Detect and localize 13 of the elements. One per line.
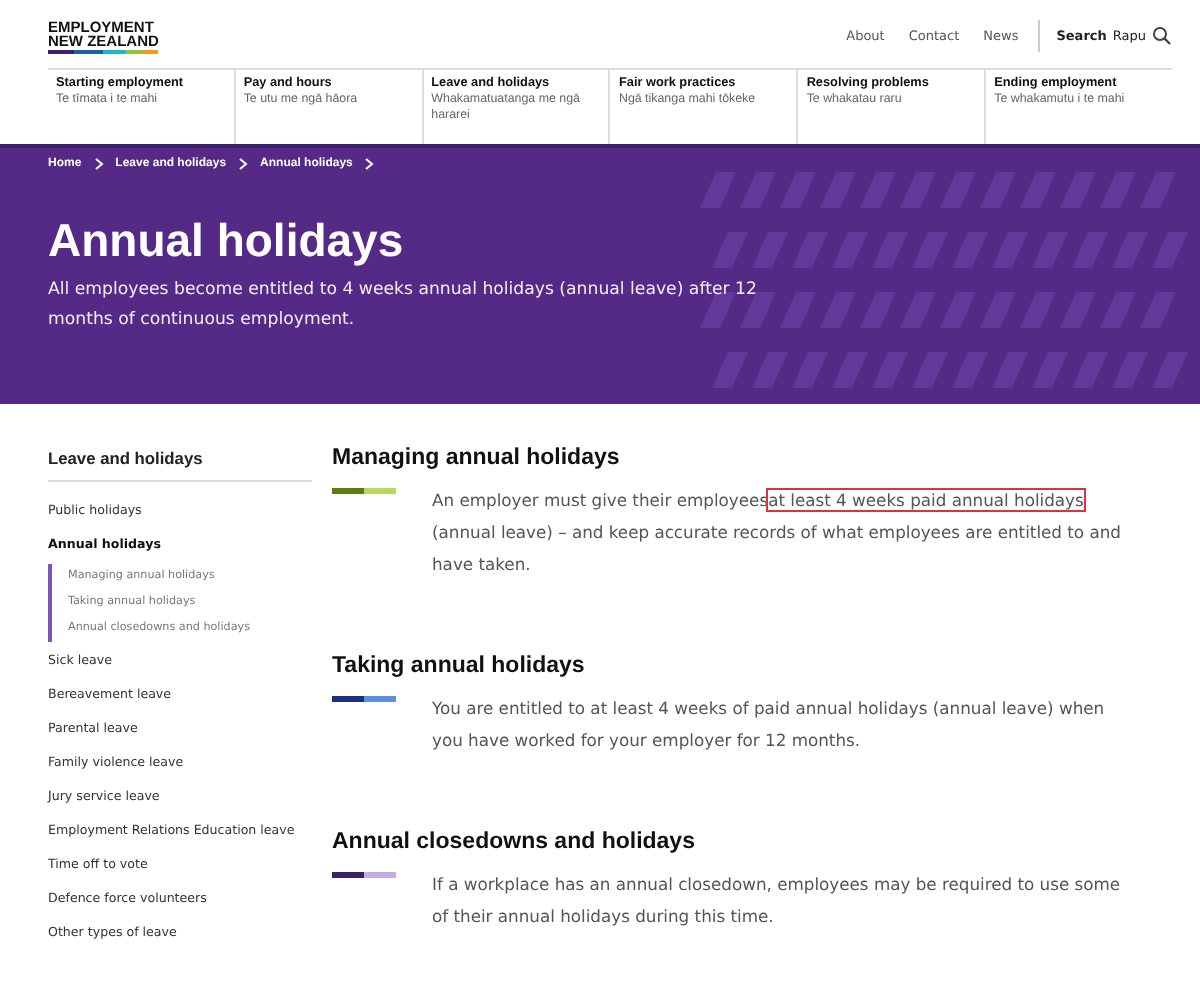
page-title: Annual holidays <box>48 214 406 268</box>
chevron-icon <box>93 158 104 170</box>
section-heading: Annual closedowns and holidays <box>332 828 697 856</box>
section-text: You are entitled to at least 4 weeks of paid annual holidays (annual leave) when you have worked for your employer for 12 months. <box>432 696 1107 754</box>
section-text: An employer must give their employeesat least 4 weeks paid annual holidays (annual leave) – and keep accurate records of what employees are entitled to and have taken. <box>432 488 1123 578</box>
page-description: All employees become entitled to 4 weeks annual holidays (annual leave) after 12 months of continuous employment. <box>48 278 759 334</box>
chevron-icon <box>238 158 249 170</box>
section-text: If a workplace has an annual closedown, employees may be required to use some of their annual holidays during this time. <box>432 872 1123 930</box>
sidebar-title: Leave and holidays <box>48 444 312 482</box>
search-icon <box>1152 26 1172 46</box>
section-heading: Managing annual holidays <box>332 444 622 472</box>
section-heading: Taking annual holidays <box>332 652 587 680</box>
chevron-icon <box>364 158 375 170</box>
